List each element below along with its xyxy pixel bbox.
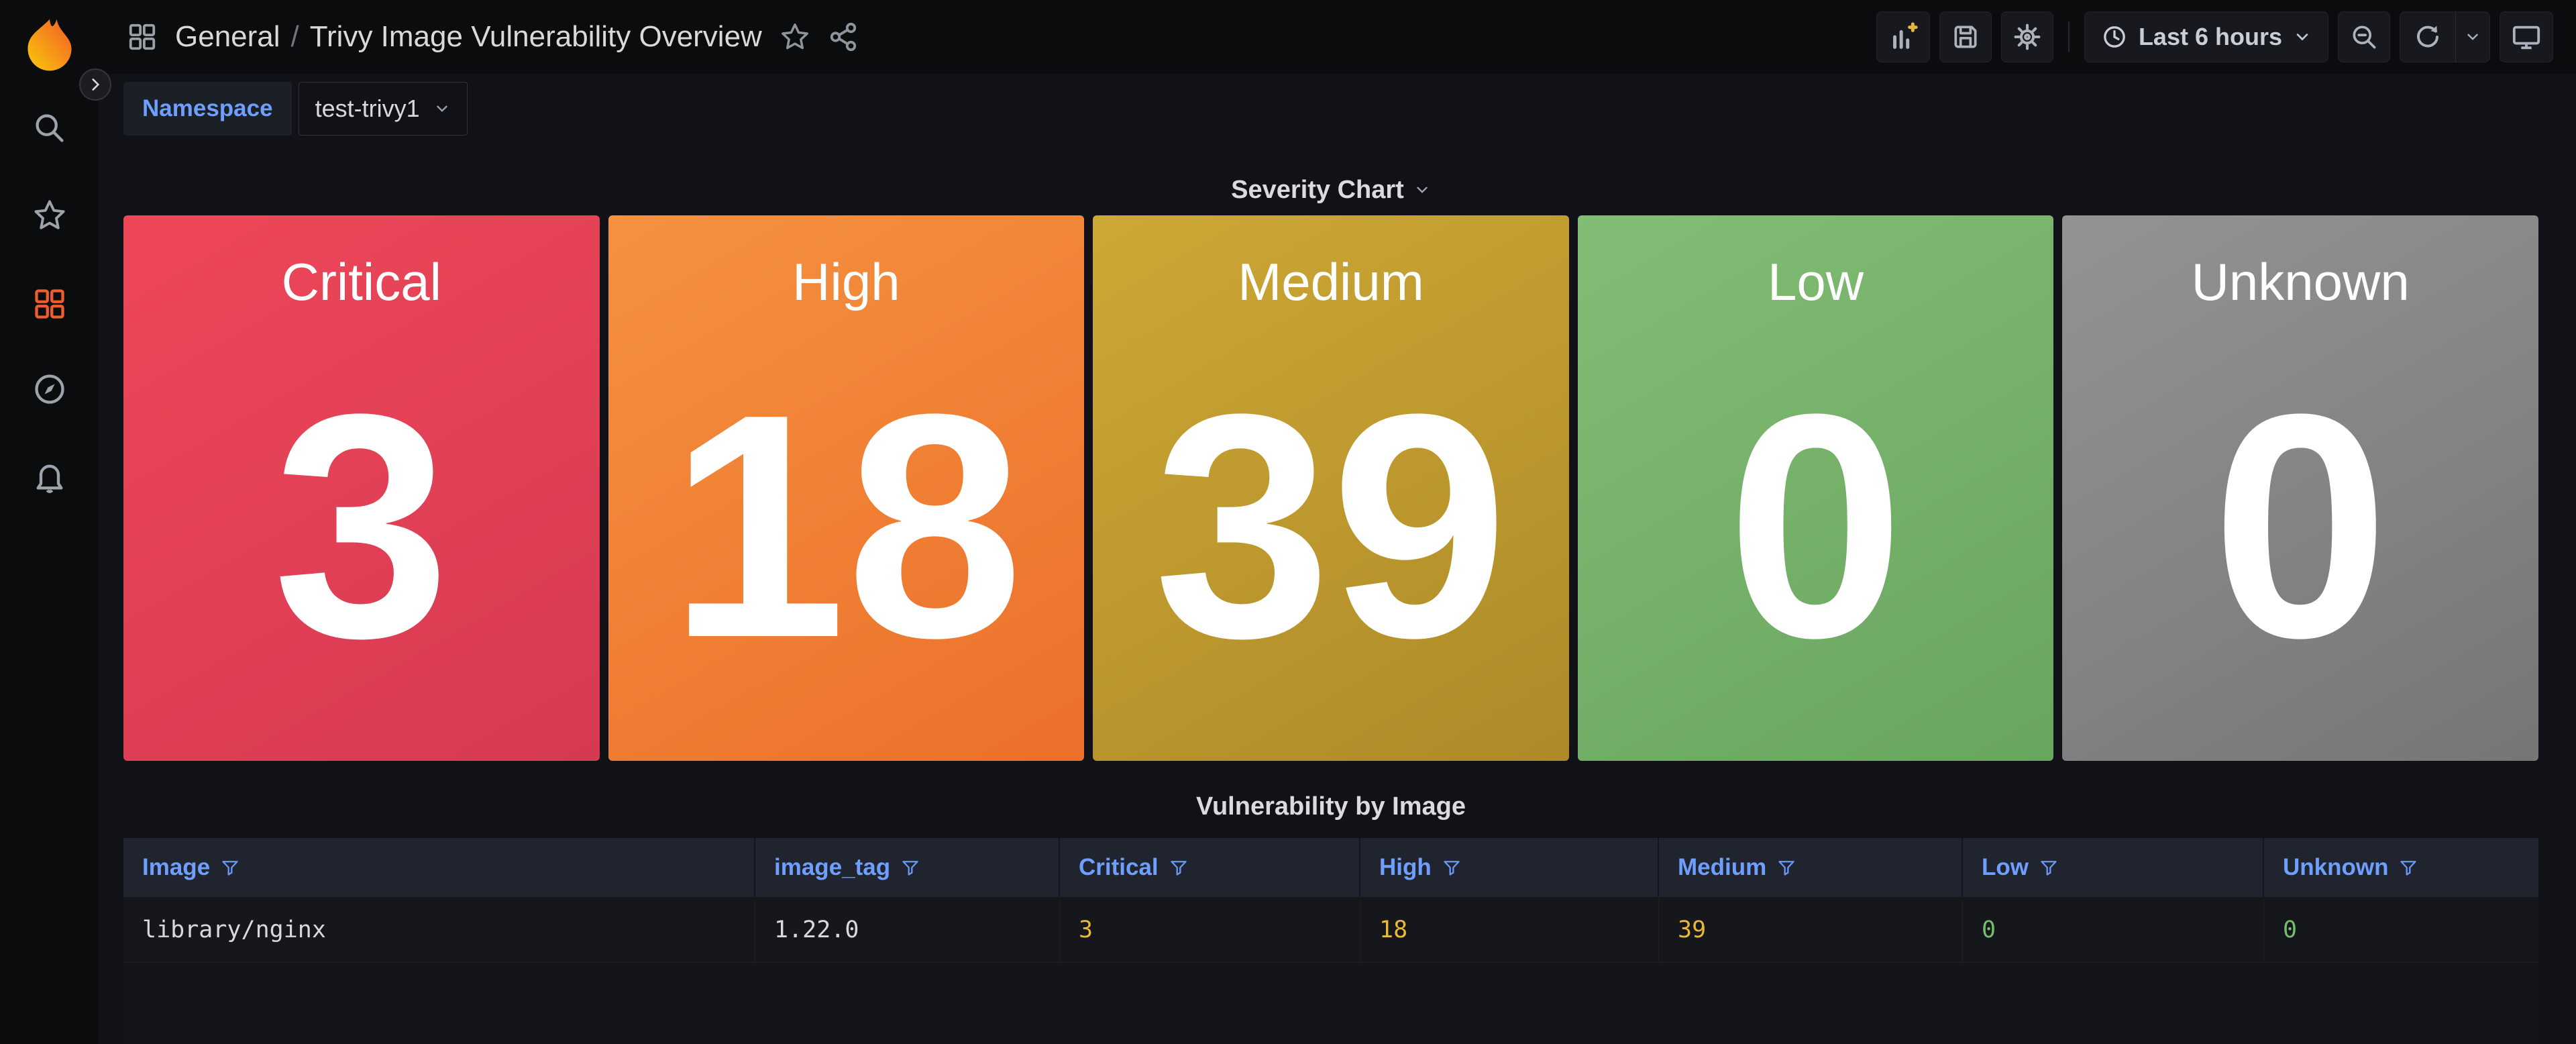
dashboard-variables-row: Namespace test-trivy1 — [99, 74, 2576, 144]
stat-value: 18 — [608, 215, 1085, 761]
navbar-divider — [2068, 21, 2070, 52]
bell-icon — [32, 459, 67, 494]
stat-panel-unknown: Unknown 0 — [2062, 215, 2538, 761]
column-header-low[interactable]: Low — [1963, 838, 2264, 897]
panel-title-text: Severity Chart — [1231, 176, 1404, 205]
variable-label: Namespace — [123, 82, 292, 136]
dashboard-settings-button[interactable] — [2001, 11, 2053, 62]
column-header-label: Low — [1982, 854, 2029, 881]
column-header-image[interactable]: Image — [123, 838, 755, 897]
zoom-out-icon — [2349, 22, 2379, 52]
sidebar-item-dashboards[interactable] — [30, 284, 69, 323]
column-header-label: Critical — [1079, 854, 1159, 881]
chevron-down-icon — [1413, 181, 1431, 199]
time-range-picker[interactable]: Last 6 hours — [2084, 11, 2328, 62]
sidebar-item-explore[interactable] — [30, 370, 69, 409]
funnel-icon[interactable] — [2039, 858, 2058, 877]
cell-medium: 39 — [1659, 897, 1963, 962]
cell-high: 18 — [1360, 897, 1659, 962]
stat-value: 39 — [1093, 215, 1569, 761]
save-dashboard-button[interactable] — [1939, 11, 1992, 62]
table-header-row: Image image_tag Critical High Medium Low… — [123, 838, 2538, 897]
stat-panel-critical: Critical 3 — [123, 215, 600, 761]
stat-value: 0 — [2062, 215, 2538, 761]
cell-unknown: 0 — [2264, 897, 2538, 962]
column-header-label: image_tag — [774, 854, 890, 881]
column-header-label: Image — [142, 854, 210, 881]
column-header-label: Medium — [1678, 854, 1766, 881]
stat-value: 3 — [123, 215, 600, 761]
cell-image: library/nginx — [123, 897, 755, 962]
zoom-out-time-button[interactable] — [2338, 11, 2390, 62]
table-row: library/nginx 1.22.0 3 18 39 0 0 — [123, 897, 2538, 963]
column-header-medium[interactable]: Medium — [1659, 838, 1963, 897]
funnel-icon[interactable] — [1777, 858, 1796, 877]
stat-panel-medium: Medium 39 — [1093, 215, 1569, 761]
star-icon — [32, 198, 67, 233]
star-dashboard-button[interactable] — [780, 21, 810, 52]
time-range-label: Last 6 hours — [2139, 23, 2282, 51]
stat-panel-high: High 18 — [608, 215, 1085, 761]
cycle-view-mode-button[interactable] — [2500, 11, 2553, 62]
dashboards-grid-icon — [32, 286, 67, 321]
share-dashboard-button[interactable] — [828, 21, 859, 52]
vulnerability-table: Image image_tag Critical High Medium Low… — [123, 838, 2538, 1044]
table-panel-title[interactable]: Vulnerability by Image — [123, 782, 2538, 831]
navbar-actions: Last 6 hours — [1876, 11, 2553, 62]
cell-image-tag: 1.22.0 — [755, 897, 1060, 962]
funnel-icon[interactable] — [1169, 858, 1188, 877]
refresh-icon — [2414, 23, 2442, 51]
refresh-control — [2400, 11, 2490, 62]
refresh-button[interactable] — [2400, 12, 2455, 62]
chevron-down-icon — [2293, 28, 2312, 46]
variable-value-dropdown[interactable]: test-trivy1 — [299, 82, 468, 136]
funnel-icon[interactable] — [221, 858, 239, 877]
chevron-down-icon — [2464, 28, 2481, 46]
sidebar-item-alerting[interactable] — [30, 457, 69, 496]
funnel-icon[interactable] — [2399, 858, 2418, 877]
breadcrumb-separator: / — [280, 20, 310, 54]
page-title: Trivy Image Vulnerability Overview — [310, 20, 762, 54]
column-header-label: High — [1379, 854, 1432, 881]
clock-icon — [2101, 23, 2128, 50]
chevron-right-icon — [87, 76, 104, 93]
grid-icon — [127, 21, 158, 52]
breadcrumb: General / Trivy Image Vulnerability Over… — [175, 20, 762, 54]
breadcrumb-section[interactable]: General — [175, 20, 280, 54]
stat-panel-low: Low 0 — [1578, 215, 2054, 761]
refresh-interval-dropdown[interactable] — [2455, 11, 2489, 62]
variable-selected-value: test-trivy1 — [315, 95, 420, 123]
severity-panel-title[interactable]: Severity Chart — [123, 168, 2538, 212]
monitor-icon — [2511, 21, 2542, 52]
funnel-icon[interactable] — [1442, 858, 1461, 877]
cell-low: 0 — [1963, 897, 2264, 962]
add-panel-button[interactable] — [1876, 11, 1930, 62]
column-header-unknown[interactable]: Unknown — [2264, 838, 2538, 897]
sidebar — [0, 0, 99, 1044]
column-header-label: Unknown — [2283, 854, 2388, 881]
save-icon — [1951, 22, 1980, 52]
gear-icon — [2012, 22, 2042, 52]
panel-title-text: Vulnerability by Image — [1196, 792, 1466, 821]
cell-critical: 3 — [1060, 897, 1360, 962]
severity-stats-row: Critical 3 High 18 Medium 39 Low 0 Unkno… — [123, 215, 2538, 761]
sidebar-expand-button[interactable] — [79, 68, 111, 101]
chevron-down-icon — [433, 100, 451, 117]
column-header-critical[interactable]: Critical — [1060, 838, 1360, 897]
funnel-icon[interactable] — [901, 858, 920, 877]
top-navbar: General / Trivy Image Vulnerability Over… — [99, 0, 2576, 74]
stat-value: 0 — [1578, 215, 2054, 761]
compass-icon — [32, 372, 67, 407]
column-header-high[interactable]: High — [1360, 838, 1659, 897]
search-icon — [32, 111, 67, 146]
grafana-logo-icon[interactable] — [20, 13, 79, 72]
sidebar-item-starred[interactable] — [30, 196, 69, 235]
sidebar-item-search[interactable] — [30, 109, 69, 148]
column-header-image-tag[interactable]: image_tag — [755, 838, 1060, 897]
bar-chart-plus-icon — [1888, 21, 1919, 52]
